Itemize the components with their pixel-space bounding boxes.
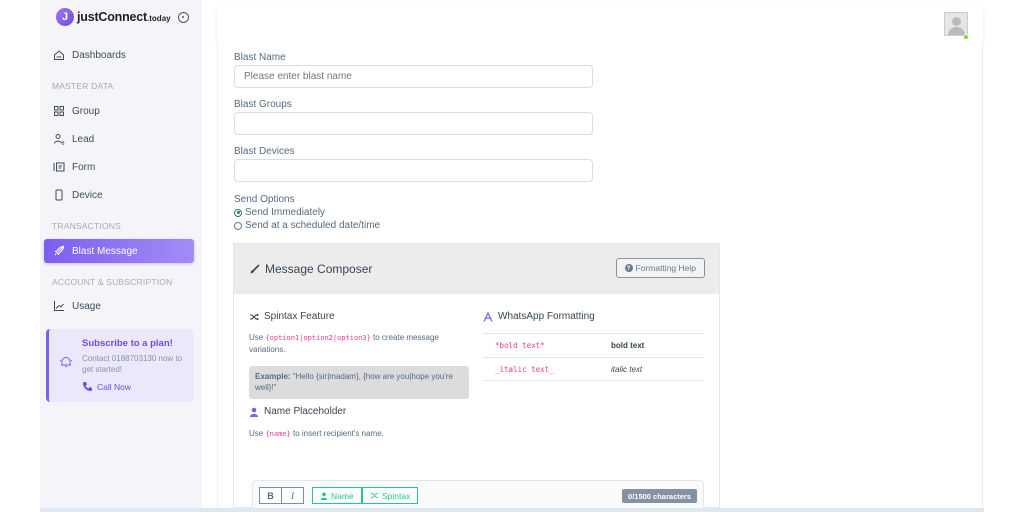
blast-groups-select[interactable] (234, 112, 593, 135)
placeholder-text-after: to insert recipient's name. (290, 429, 384, 438)
insert-name-button[interactable]: Name (312, 487, 362, 504)
example-label: Example: (255, 372, 291, 381)
menu-header-master-data: MASTER DATA (52, 81, 114, 91)
sidebar-item-group[interactable]: Group (44, 99, 194, 123)
sidebar-item-label: Form (72, 161, 96, 173)
composer-title: Message Composer (265, 262, 373, 276)
spintax-title-text: Spintax Feature (264, 311, 335, 322)
sidebar-item-blast-message[interactable]: Blast Message (44, 239, 194, 263)
sidebar-item-usage[interactable]: Usage (44, 294, 194, 318)
whatsapp-title-text: WhatsApp Formatting (498, 311, 595, 322)
spintax-code: {option1|option2|option3} (265, 334, 371, 342)
brand-suffix: .today (147, 14, 171, 23)
message-composer: Message Composer ? Formatting Help Spint… (233, 243, 720, 508)
spintax-text-before: Use (249, 333, 266, 342)
menu-header-account: ACCOUNT & SUBSCRIPTION (52, 277, 173, 287)
spintax-description: Use {option1|option2|option3} to create … (249, 332, 474, 356)
format-syntax: _italic text_ (495, 364, 554, 374)
call-now-label: Call Now (97, 381, 132, 392)
phone-icon (53, 189, 65, 201)
placeholder-text-before: Use (249, 429, 266, 438)
sidebar-item-label: Lead (72, 133, 95, 145)
insert-spintax-button[interactable]: Spintax (362, 487, 419, 504)
online-status-icon (963, 34, 969, 40)
sidebar-item-label: Device (72, 189, 103, 201)
brand[interactable]: J justConnect .today (56, 6, 189, 28)
promo-text: Contact 0188703130 now to get started! (82, 354, 183, 374)
formatting-help-label: Formatting Help (635, 263, 696, 273)
format-syntax: *bold text* (495, 341, 545, 350)
font-icon (483, 311, 493, 322)
sidebar-toggle-icon[interactable] (177, 11, 189, 23)
table-row: *bold text* bold text (483, 333, 704, 357)
brand-logo-icon: J (56, 8, 74, 26)
subscribe-promo-card: Subscribe to a plan! Contact 0188703130 … (46, 329, 194, 402)
user-avatar[interactable] (944, 12, 968, 36)
table-row: _italic text_ italic text (483, 357, 704, 381)
insert-name-label: Name (331, 490, 354, 501)
name-placeholder-title: Name Placeholder (249, 406, 346, 417)
sidebar-item-label: Blast Message (72, 245, 138, 257)
spintax-title: Spintax Feature (249, 311, 335, 322)
blast-name-input[interactable] (234, 65, 593, 88)
user-dollar-icon: $ (53, 133, 65, 145)
sidebar-item-label: Dashboards (72, 49, 126, 61)
send-options-label: Send Options (234, 194, 295, 205)
phone-call-icon (83, 382, 92, 391)
bold-button[interactable]: B (259, 487, 282, 504)
grid-icon (53, 105, 65, 117)
radio-label: Send Immediately (245, 207, 326, 218)
menu-header-transactions: TRANSACTIONS (52, 221, 121, 231)
brush-icon (250, 263, 260, 273)
name-placeholder-description: Use {name} to insert recipient's name. (249, 428, 474, 440)
promo-title: Subscribe to a plan! (82, 338, 173, 349)
user-icon (320, 492, 328, 500)
shuffle-icon (249, 312, 259, 322)
radio-checked-icon (234, 208, 242, 217)
radio-send-immediately[interactable]: Send Immediately (234, 207, 325, 218)
home-icon (53, 49, 65, 61)
formatting-help-button[interactable]: ? Formatting Help (615, 258, 705, 278)
italic-button[interactable]: I (281, 487, 304, 504)
user-icon (249, 407, 259, 417)
insert-spintax-label: Spintax (382, 490, 411, 501)
blast-devices-label: Blast Devices (234, 146, 295, 157)
rocket-icon (53, 245, 65, 257)
radio-send-scheduled[interactable]: Send at a scheduled date/time (234, 220, 380, 231)
character-count-badge: 0/1500 characters (622, 489, 697, 503)
svg-text:$: $ (62, 141, 65, 146)
form-icon (53, 161, 65, 173)
sidebar-item-label: Usage (72, 300, 101, 312)
blast-devices-select[interactable] (234, 159, 593, 182)
format-result: bold text (611, 341, 645, 350)
sidebar-item-label: Group (72, 105, 100, 117)
sidebar-item-dashboards[interactable]: Dashboards (44, 43, 194, 67)
chart-icon (53, 300, 65, 312)
spintax-example: Example: "Hello {sir|madam}, {how are yo… (249, 366, 469, 399)
blast-name-label: Blast Name (234, 52, 286, 63)
call-now-link[interactable]: Call Now (82, 381, 131, 392)
format-result: italic text (611, 364, 643, 374)
question-icon: ? (624, 264, 633, 272)
name-placeholder-title-text: Name Placeholder (264, 406, 347, 417)
bell-icon (59, 356, 73, 367)
sidebar-item-form[interactable]: Form (44, 155, 194, 179)
shuffle-icon (370, 493, 379, 498)
sidebar: J justConnect .today Dashboards MASTER D… (40, 0, 202, 508)
sidebar-item-device[interactable]: Device (44, 183, 194, 207)
editor-toolbar: B I Name Spintax 0/1500 characters (252, 480, 704, 508)
whatsapp-formatting-title: WhatsApp Formatting (483, 311, 595, 322)
placeholder-code: {name} (265, 430, 291, 438)
radio-label: Send at a scheduled date/time (245, 220, 381, 231)
formatting-table: *bold text* bold text _italic text_ ital… (483, 333, 704, 381)
sidebar-item-lead[interactable]: $ Lead (44, 127, 194, 151)
radio-unchecked-icon (234, 221, 242, 230)
top-navbar (217, 6, 983, 42)
composer-header: Message Composer ? Formatting Help (234, 244, 719, 294)
bottom-divider (40, 508, 984, 512)
blast-form: Blast Name Blast Groups Blast Devices Se… (217, 42, 983, 508)
blast-groups-label: Blast Groups (234, 99, 292, 110)
brand-name: justConnect (77, 10, 148, 24)
